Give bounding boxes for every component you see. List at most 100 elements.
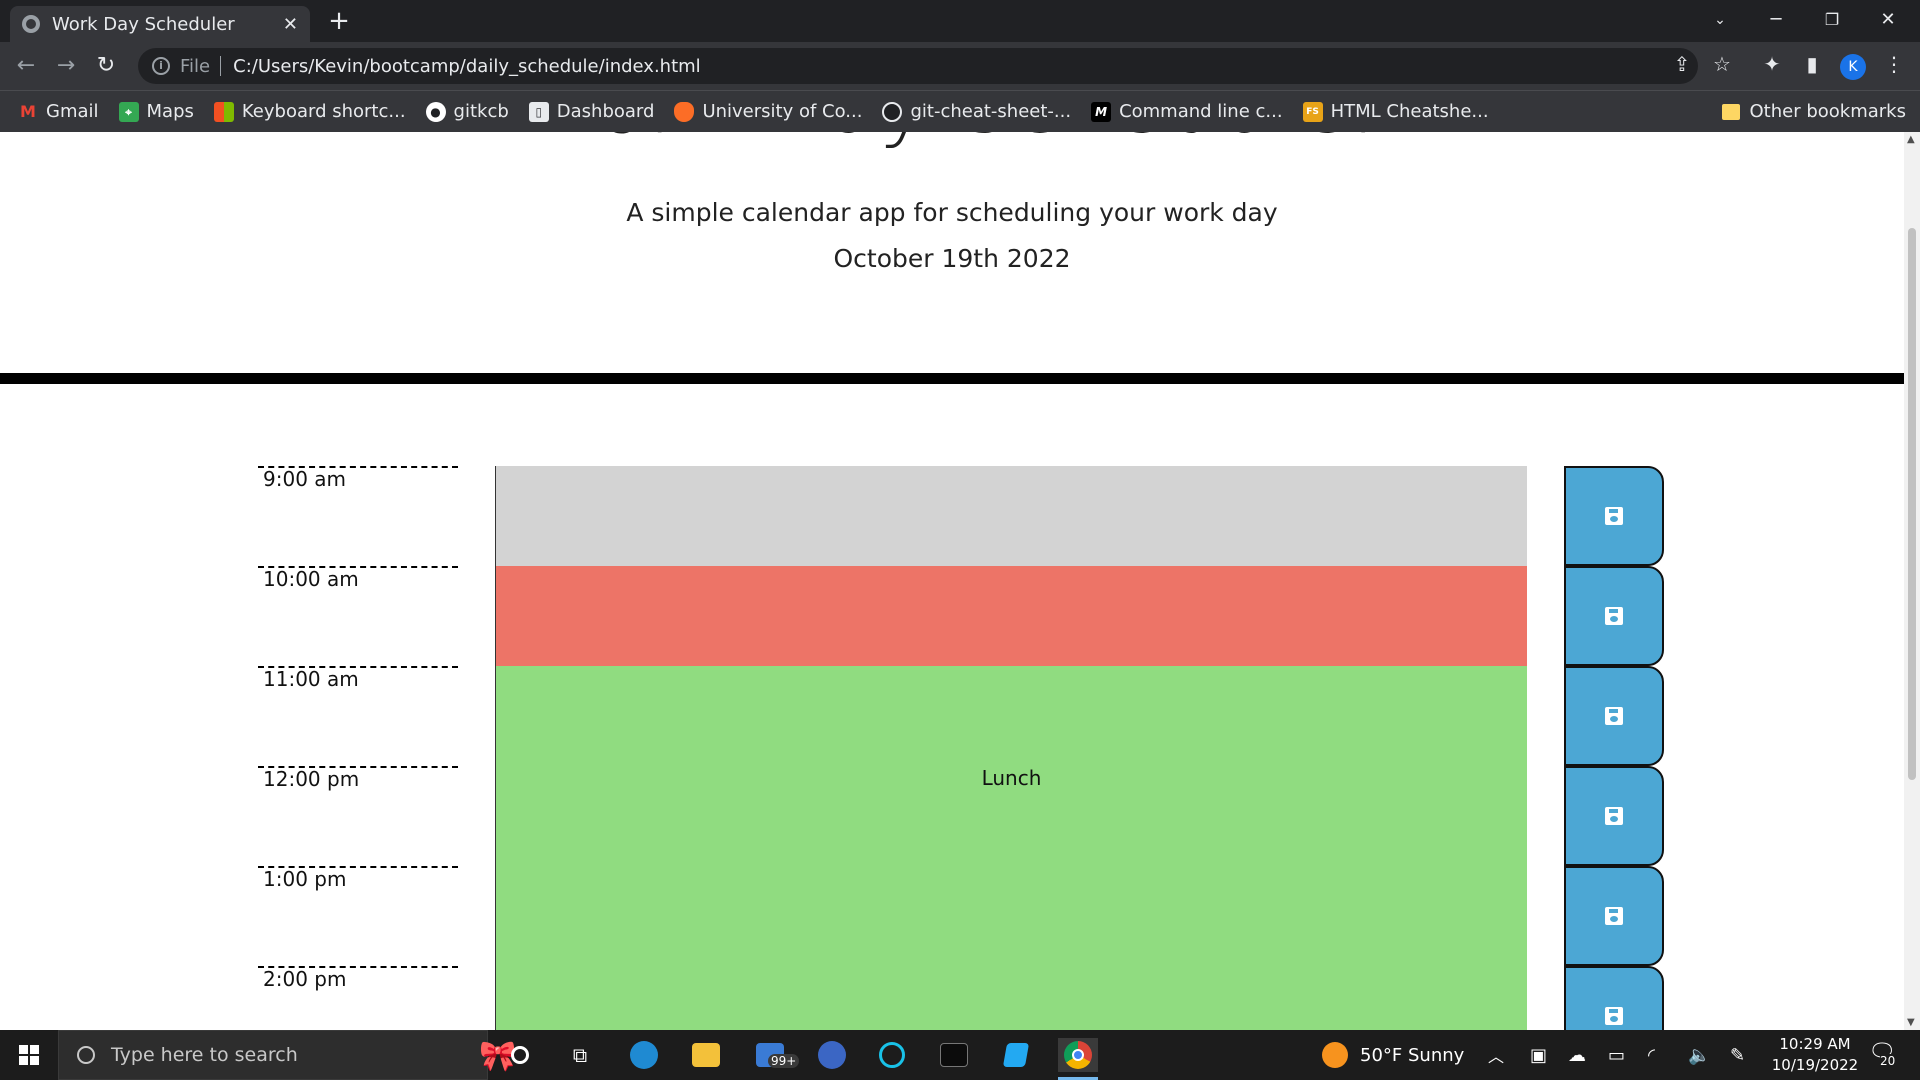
- battery-icon[interactable]: ▭: [1608, 1030, 1625, 1080]
- back-button[interactable]: ←: [10, 50, 42, 82]
- bookmark-label: gitkcb: [453, 101, 509, 122]
- save-button[interactable]: [1564, 666, 1664, 766]
- tab-search-icon[interactable]: ⌄: [1692, 0, 1748, 42]
- save-button[interactable]: [1564, 466, 1664, 566]
- meet-now-icon[interactable]: ▣: [1530, 1030, 1547, 1080]
- save-button[interactable]: [1564, 566, 1664, 666]
- cortana-icon[interactable]: [500, 1038, 540, 1072]
- bookmark-gitkcb[interactable]: ● gitkcb: [425, 101, 509, 122]
- tab-title: Work Day Scheduler: [52, 13, 235, 35]
- weather-text: 50°F Sunny: [1360, 1044, 1465, 1066]
- scrollbar-thumb[interactable]: [1908, 228, 1916, 780]
- edge-icon[interactable]: [624, 1038, 664, 1072]
- vscode-icon[interactable]: [996, 1038, 1036, 1072]
- save-button[interactable]: [1564, 966, 1664, 1030]
- extensions-icon[interactable]: ✦: [1756, 48, 1788, 80]
- time-block: 11:00 am: [258, 666, 1664, 766]
- bookmark-label: Maps: [146, 101, 194, 122]
- description-textarea[interactable]: Lunch: [495, 766, 1527, 866]
- chrome-icon[interactable]: [1058, 1038, 1098, 1080]
- bookmark-label: University of Co...: [702, 101, 863, 122]
- weather-widget[interactable]: 50°F Sunny: [1322, 1030, 1464, 1080]
- menu-kebab-icon[interactable]: ⋮: [1878, 48, 1910, 80]
- minimize-button[interactable]: ─: [1748, 0, 1804, 42]
- hour-label: 12:00 pm: [258, 766, 458, 866]
- description-textarea[interactable]: [495, 566, 1527, 666]
- app-icon[interactable]: [812, 1038, 852, 1072]
- page-scrollbar[interactable]: ▲ ▼: [1904, 132, 1920, 1030]
- close-window-button[interactable]: ✕: [1860, 0, 1916, 42]
- save-button[interactable]: [1564, 766, 1664, 866]
- notification-center-icon[interactable]: 🗨 20: [1868, 1040, 1898, 1070]
- active-tab[interactable]: Work Day Scheduler ✕: [10, 6, 310, 42]
- description-textarea[interactable]: [495, 966, 1527, 1030]
- jumbotron-divider: [0, 373, 1904, 384]
- pen-icon[interactable]: ✎: [1730, 1030, 1745, 1080]
- canvas-icon: ▯: [528, 101, 549, 122]
- show-hidden-icons-icon[interactable]: ︿: [1488, 1030, 1504, 1080]
- floppy-disk-icon: [1605, 807, 1623, 825]
- restore-button[interactable]: ❐: [1804, 0, 1860, 42]
- time-block: 10:00 am: [258, 566, 1664, 666]
- start-button[interactable]: [0, 1030, 58, 1080]
- task-view-icon[interactable]: ⧉: [560, 1038, 600, 1072]
- taskbar-search[interactable]: Type here to search 🎀: [58, 1030, 516, 1080]
- time-block: 1:00 pm: [258, 866, 1664, 966]
- other-bookmarks-label: Other bookmarks: [1749, 101, 1906, 122]
- floppy-disk-icon: [1605, 1007, 1623, 1025]
- other-bookmarks[interactable]: Other bookmarks: [1721, 101, 1906, 122]
- side-panel-icon[interactable]: ▮: [1796, 48, 1828, 80]
- address-bar[interactable]: i File C:/Users/Kevin/bootcamp/daily_sch…: [138, 48, 1698, 84]
- medium-icon: M: [1091, 101, 1112, 122]
- system-clock[interactable]: 10:29 AM 10/19/2022: [1760, 1034, 1870, 1076]
- description-text: Lunch: [981, 766, 1042, 790]
- bookmark-gmail[interactable]: M Gmail: [18, 101, 99, 122]
- bookmark-dashboard[interactable]: ▯ Dashboard: [528, 101, 654, 122]
- gmail-icon: M: [20, 101, 36, 121]
- close-tab-icon[interactable]: ✕: [283, 14, 298, 35]
- clock-time: 10:29 AM: [1779, 1035, 1851, 1053]
- description-textarea[interactable]: [495, 866, 1527, 966]
- share-icon[interactable]: ⇪: [1666, 48, 1698, 80]
- bookmark-maps[interactable]: ⌖ Maps: [118, 101, 194, 122]
- bookmark-label: git-cheat-sheet-...: [910, 101, 1072, 122]
- url-scheme: File: [180, 55, 211, 77]
- floppy-disk-icon: [1605, 707, 1623, 725]
- save-button[interactable]: [1564, 866, 1664, 966]
- bookmark-git-cheat-sheet[interactable]: git-cheat-sheet-...: [882, 101, 1071, 122]
- bookmark-university[interactable]: University of Co...: [674, 101, 862, 122]
- current-day: October 19th 2022: [833, 244, 1071, 273]
- volume-icon[interactable]: 🔈: [1688, 1030, 1710, 1080]
- profile-avatar[interactable]: K: [1840, 54, 1866, 80]
- page-lead: A simple calendar app for scheduling you…: [626, 198, 1278, 227]
- windows-logo-icon: [19, 1045, 39, 1065]
- wifi-icon[interactable]: ◜: [1648, 1030, 1655, 1080]
- notification-count: 20: [1880, 1054, 1896, 1068]
- mail-icon[interactable]: 99+: [750, 1038, 800, 1072]
- new-tab-button[interactable]: +: [324, 6, 354, 36]
- bookmark-command-line[interactable]: M Command line c...: [1091, 101, 1283, 122]
- bookmark-star-icon[interactable]: ☆: [1706, 48, 1738, 80]
- hour-label: 9:00 am: [258, 466, 458, 566]
- navigation-toolbar: ← → ↻ i File C:/Users/Kevin/bootcamp/dai…: [0, 42, 1920, 90]
- globe-icon: [22, 15, 40, 33]
- info-icon[interactable]: i: [152, 57, 170, 75]
- alexa-icon[interactable]: [872, 1038, 912, 1072]
- reload-button[interactable]: ↻: [90, 50, 122, 82]
- description-textarea[interactable]: [495, 466, 1527, 566]
- url-text[interactable]: C:/Users/Kevin/bootcamp/daily_schedule/i…: [233, 56, 701, 77]
- bookmark-keyboard-shortcuts[interactable]: Keyboard shortc...: [213, 101, 406, 122]
- bookmark-label: Gmail: [46, 101, 99, 122]
- forward-button[interactable]: →: [50, 50, 82, 82]
- gitlab-icon: [674, 101, 695, 122]
- bookmark-html-cheatsheet[interactable]: FS HTML Cheatshe...: [1302, 101, 1489, 122]
- scroll-up-icon[interactable]: ▲: [1907, 134, 1915, 145]
- terminal-icon[interactable]: [934, 1038, 974, 1072]
- scroll-down-icon[interactable]: ▼: [1907, 1017, 1915, 1028]
- onedrive-icon[interactable]: ☁: [1568, 1030, 1586, 1080]
- file-explorer-icon[interactable]: [686, 1038, 726, 1072]
- bookmark-label: HTML Cheatshe...: [1330, 101, 1489, 122]
- hour-label: 10:00 am: [258, 566, 458, 666]
- description-textarea[interactable]: [495, 666, 1527, 766]
- bookmark-label: Command line c...: [1119, 101, 1283, 122]
